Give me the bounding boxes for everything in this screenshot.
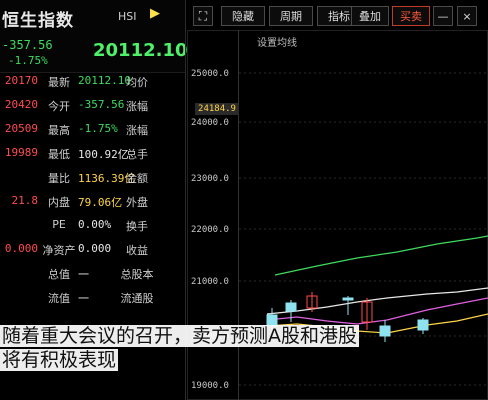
quote-row: 21.8 内盘 79.06亿 外盘 [0, 194, 185, 215]
hide-button[interactable]: 隐藏 [221, 6, 265, 26]
caption-line-2: 将有积极表现 [0, 349, 119, 371]
index-code: HSI [118, 10, 137, 23]
quote-row: 总值一 总股本 [0, 266, 185, 287]
news-caption: 随着重大会议的召开，卖方预测A股和港股 将有积极表现 [0, 324, 488, 372]
field-label: 内盘 [48, 196, 70, 209]
left-column-value: 21.8 [11, 194, 39, 207]
chevron-right-icon[interactable]: ▶ [150, 6, 160, 21]
field-value: 0.00% [78, 218, 112, 231]
field-label-2: 外盘 [126, 196, 148, 209]
change-percent: -1.75% [8, 54, 48, 67]
left-column-value: 20509 [4, 122, 38, 135]
field-label-2: 金额 [126, 172, 148, 185]
change-value: -357.56 [2, 38, 53, 52]
field-label-2: 换手 [126, 220, 148, 233]
y-tick-label: 21000.0 [191, 277, 229, 287]
field-label: PE [52, 218, 66, 231]
index-name: 恒生指数 [2, 11, 74, 31]
y-tick-label: 25000.0 [191, 69, 229, 79]
quote-row: PE 0.00% 换手 [0, 218, 185, 239]
minimize-button[interactable]: — [433, 6, 453, 26]
field-value: 20112.10 [78, 74, 131, 87]
left-column-value: 0.000 [4, 242, 38, 255]
candle-body [285, 302, 297, 312]
field-value: 0.000 [78, 242, 112, 255]
field-label: 流值 [48, 292, 70, 305]
current-price-tag: 24184.9 [195, 103, 239, 115]
ma-line-white [266, 287, 488, 315]
field-value: 一 [78, 268, 89, 281]
quote-row: 0.000 净资产 0.000 收益 [0, 242, 185, 263]
quote-row: 量比 1136.39亿 金额 [0, 170, 185, 191]
field-label: 净资产 [42, 244, 76, 257]
caption-line-1: 随着重大会议的召开，卖方预测A股和港股 [0, 325, 359, 347]
field-label: 今开 [48, 100, 70, 113]
period-button[interactable]: 周期 [269, 6, 313, 26]
left-column-value: 20170 [4, 74, 38, 87]
y-tick-label: 23000.0 [191, 174, 229, 184]
left-column-value: 20420 [4, 98, 38, 111]
field-label: 最高 [48, 124, 70, 137]
quote-row: 19989 最低 100.92亿 总手 [0, 146, 185, 167]
quote-row: 20170 最新 20112.10 均价 [0, 74, 185, 95]
y-tick-label: 24000.0 [191, 118, 229, 128]
field-label-2: 涨幅 [126, 100, 148, 113]
buy-sell-button[interactable]: 买卖 [392, 6, 430, 26]
y-tick-label: 19000.0 [191, 381, 229, 391]
quote-header: 恒生指数 HSI ▶ -357.56 -1.75% 20112.10 [0, 0, 188, 73]
field-label: 量比 [48, 172, 70, 185]
field-value: 1136.39亿 [78, 172, 136, 185]
field-label: 最低 [48, 148, 70, 161]
field-label-2: 总手 [126, 148, 148, 161]
field-value: -1.75% [78, 122, 118, 135]
field-label-2: 涨幅 [126, 124, 148, 137]
overlay-button[interactable]: 叠加 [351, 6, 389, 26]
last-price: 20112.10 [93, 40, 188, 61]
quote-row: 流值一 流通股 [0, 290, 185, 311]
field-label-2: 总股本 [120, 268, 154, 281]
field-label-2: 均价 [126, 76, 148, 89]
left-column-value: 19989 [4, 146, 38, 159]
field-label: 最新 [48, 76, 70, 89]
ma-settings-label[interactable]: 设置均线 [257, 34, 297, 49]
field-value: -357.56 [78, 98, 125, 111]
candle-body [342, 297, 354, 301]
quote-row: 20509 最高 -1.75% 涨幅 [0, 122, 185, 143]
field-label-2: 流通股 [120, 292, 154, 305]
quote-row: 20420 今开 -357.56 涨幅 [0, 98, 185, 119]
field-value: 一 [78, 292, 89, 305]
field-label-2: 收益 [126, 244, 148, 257]
close-button[interactable]: × [457, 6, 477, 26]
field-value: 79.06亿 [78, 196, 123, 209]
y-tick-label: 22000.0 [191, 225, 229, 235]
field-label: 总值 [48, 268, 70, 281]
ma-line-green [274, 235, 488, 276]
field-value: 100.92亿 [78, 148, 129, 161]
expand-icon[interactable]: ⛶ [193, 6, 213, 26]
